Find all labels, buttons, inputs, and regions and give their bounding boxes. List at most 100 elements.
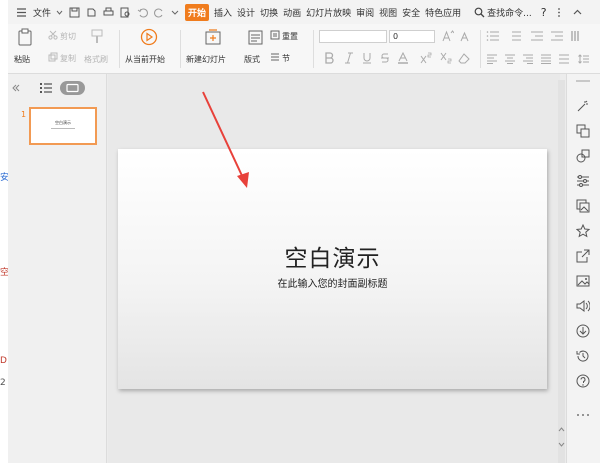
bullet-list-icon[interactable] [486,31,500,41]
align-center-icon[interactable] [504,54,516,64]
increase-indent-icon[interactable] [550,31,564,41]
format-painter-icon[interactable] [90,29,104,45]
adjust-settings-icon[interactable] [576,174,590,188]
tab-start[interactable]: 开始 [185,3,210,21]
copy-button[interactable]: 复制 [60,53,76,64]
justify-icon[interactable] [540,54,552,64]
section-button[interactable]: 节 [282,53,290,64]
star-icon[interactable] [576,224,590,238]
superscript-icon[interactable] [420,52,432,64]
scissors-icon[interactable] [48,30,58,40]
text-direction-icon[interactable] [570,30,584,42]
collapse-panel-icon[interactable] [12,84,20,92]
reset-button[interactable]: 重置 [282,31,298,42]
outline-view-icon[interactable] [40,83,52,93]
font-size-input[interactable]: 0 [389,30,435,43]
share-export-icon[interactable] [576,249,590,263]
paste-button[interactable]: 粘贴 [14,54,30,65]
tab-animation[interactable]: 动画 [283,6,301,19]
tab-design[interactable]: 设计 [237,6,255,19]
redo-icon[interactable] [154,7,165,18]
play-icon[interactable] [140,28,158,46]
ribbon-toolbar: 粘贴 剪切 复制 格式刷 从当前开始 新建幻灯片 版式 重置 节 0 [8,24,600,74]
image-copy-icon[interactable] [576,199,590,213]
font-color-icon[interactable] [398,52,408,64]
slide-title[interactable]: 空白演示 [118,239,547,273]
divider [480,30,481,68]
font-name-input[interactable] [319,30,387,43]
slide-number: 1 [21,110,27,119]
new-slide-icon[interactable] [204,28,222,46]
tab-security[interactable]: 安全 [402,6,420,19]
panel-handle [576,80,590,82]
history-icon[interactable] [576,349,590,363]
scroll-up-icon[interactable] [558,426,565,434]
scroll-down-icon[interactable] [558,440,565,448]
strikethrough-icon[interactable] [380,52,390,64]
slide-view-toggle[interactable] [60,81,85,95]
right-tool-panel [566,74,600,463]
picture-icon[interactable] [576,274,590,288]
slide-canvas[interactable]: 空白演示 在此输入您的封面副标题 [118,149,547,389]
file-menu[interactable]: 文件 [33,6,51,19]
print-icon[interactable] [103,7,114,18]
audio-icon[interactable] [576,299,590,313]
from-current-button[interactable]: 从当前开始 [125,54,165,65]
command-search[interactable]: 查找命令... [487,6,532,19]
slide-thumbnail[interactable]: 空白演示 [29,107,97,145]
new-slide-button[interactable]: 新建幻灯片 [186,54,226,65]
tab-slideshow[interactable]: 幻灯片放映 [306,6,351,19]
align-left-icon[interactable] [486,54,498,64]
subscript-icon[interactable] [440,52,452,64]
bg-fragment: D [0,356,7,366]
font-shrink-icon[interactable] [460,30,472,42]
distributed-icon[interactable] [558,54,570,64]
collapse-ribbon-icon[interactable] [572,7,583,18]
export-icon[interactable] [86,7,97,18]
slide-subtitle[interactable]: 在此输入您的封面副标题 [118,275,547,290]
download-icon[interactable] [576,324,590,338]
decrease-indent-icon[interactable] [530,31,544,41]
red-arrow-annotation [202,91,249,188]
help-button[interactable]: ? [541,6,547,19]
chevron-down-icon[interactable] [56,7,63,18]
copy-icon[interactable] [48,52,58,62]
tab-transition[interactable]: 切换 [260,6,278,19]
bold-icon[interactable] [324,52,334,64]
numbered-list-icon[interactable] [508,31,522,41]
save-icon[interactable] [69,7,80,18]
paste-icon[interactable] [18,28,34,46]
cut-button[interactable]: 剪切 [60,31,76,42]
section-icon[interactable] [270,52,280,62]
more-horizontal-icon[interactable] [575,412,591,418]
hamburger-icon[interactable] [16,7,27,18]
tab-insert[interactable]: 插入 [214,6,232,19]
divider [180,30,181,68]
undo-icon[interactable] [137,7,148,18]
underline-icon[interactable] [362,52,372,64]
divider [313,30,314,68]
customize-dropdown-icon[interactable] [171,7,179,18]
align-right-icon[interactable] [522,54,534,64]
font-grow-icon[interactable] [442,30,454,42]
shapes-icon[interactable] [576,149,590,163]
magic-wand-icon[interactable] [576,99,590,113]
layout-button[interactable]: 版式 [244,54,260,65]
tab-review[interactable]: 审阅 [356,6,374,19]
search-icon[interactable] [474,7,485,18]
tab-special-apps[interactable]: 特色应用 [425,6,461,19]
tab-view[interactable]: 视图 [379,6,397,19]
more-vertical-icon[interactable] [556,7,562,18]
layout-icon[interactable] [248,30,263,45]
bg-fragment: 2 [0,378,6,388]
help-circle-icon[interactable] [576,374,590,388]
clear-format-icon[interactable] [458,52,470,64]
reset-icon[interactable] [270,30,280,40]
menu-bar: 文件 开始 插入 设计 切换 动画 幻灯片放映 审阅 视图 安全 特色应用 查找… [8,0,600,24]
vertical-scrollbar[interactable] [558,80,565,463]
format-painter-button[interactable]: 格式刷 [84,54,108,65]
italic-icon[interactable] [344,52,354,64]
print-preview-icon[interactable] [120,7,131,18]
line-spacing-icon[interactable] [578,54,590,64]
copy-pages-icon[interactable] [576,124,590,138]
